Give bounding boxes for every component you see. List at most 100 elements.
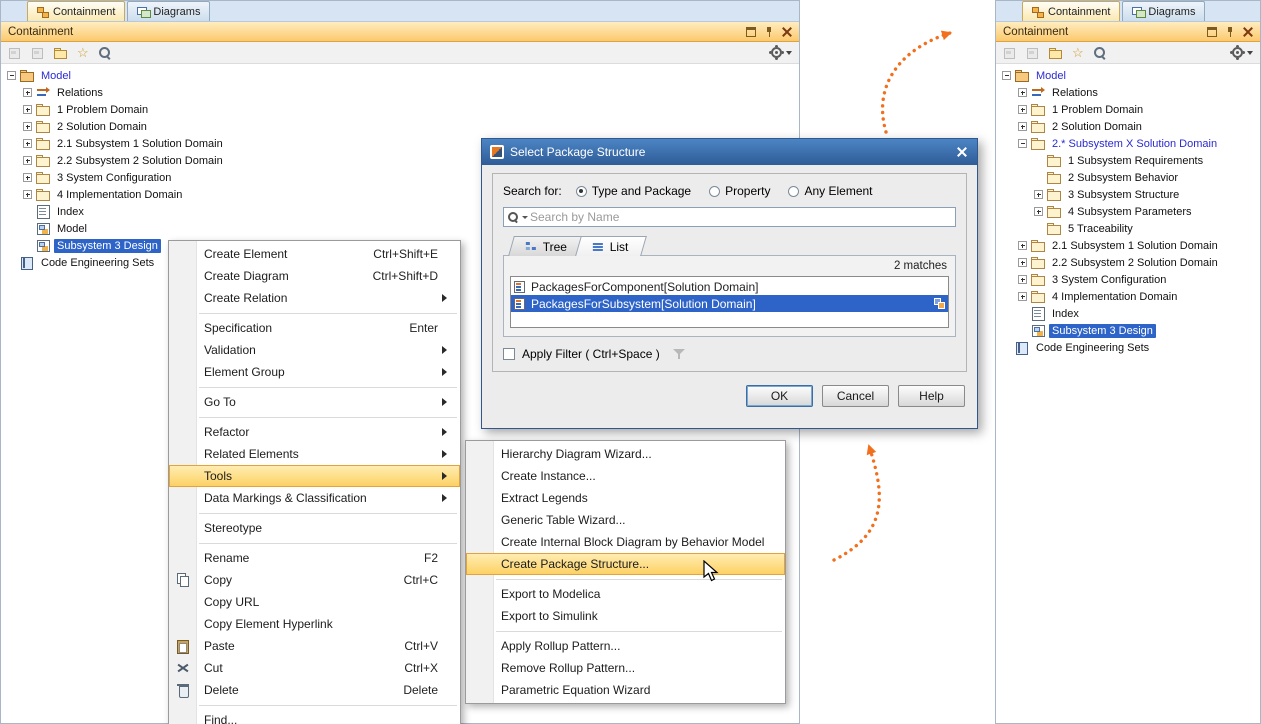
tree-toggle-icon[interactable] (1018, 258, 1027, 267)
result-item[interactable]: PackagesForComponent[Solution Domain] (511, 278, 948, 295)
close-icon[interactable] (782, 27, 792, 37)
menu-item[interactable]: Go To (169, 391, 460, 413)
tree-toggle-icon[interactable] (23, 139, 32, 148)
submenu-item[interactable]: Hierarchy Diagram Wizard... (466, 443, 785, 465)
open-diagram-icon[interactable] (1049, 46, 1063, 60)
dialog-button[interactable]: Help (898, 385, 965, 407)
search-options-caret-icon[interactable] (522, 216, 528, 219)
tree-item[interactable]: Model (996, 67, 1260, 84)
tree-item[interactable]: 2 Subsystem Behavior (996, 169, 1260, 186)
menu-item[interactable]: Delete Delete (169, 679, 460, 701)
chevron-down-icon[interactable] (1247, 51, 1253, 55)
tree-toggle-icon[interactable] (23, 156, 32, 165)
search-icon[interactable] (98, 46, 112, 60)
tree-item[interactable]: 2 Solution Domain (1, 118, 799, 135)
result-view-tab[interactable]: Tree (508, 236, 585, 256)
tree-toggle-icon[interactable] (1018, 105, 1027, 114)
tree-item[interactable]: 2.* Subsystem X Solution Domain (996, 135, 1260, 152)
tree-toggle-icon[interactable] (1034, 207, 1043, 216)
menu-item[interactable]: Specification Enter (169, 317, 460, 339)
submenu-item[interactable]: Create Instance... (466, 465, 785, 487)
tree-toggle-icon[interactable] (7, 71, 16, 80)
menu-item[interactable]: Refactor (169, 421, 460, 443)
search-icon[interactable] (508, 212, 520, 224)
tree-toggle-icon[interactable] (23, 190, 32, 199)
pin-icon[interactable] (1225, 27, 1235, 37)
menu-item[interactable]: Rename F2 (169, 547, 460, 569)
tree-item[interactable]: Relations (996, 84, 1260, 101)
dialog-button[interactable]: OK (746, 385, 813, 407)
menu-item[interactable]: Create Relation (169, 287, 460, 309)
tree-toggle-icon[interactable] (23, 88, 32, 97)
submenu-item[interactable]: Export to Modelica (466, 583, 785, 605)
tree-item[interactable]: 2.2 Subsystem 2 Solution Domain (996, 254, 1260, 271)
tree-item[interactable]: 3 Subsystem Structure (996, 186, 1260, 203)
menu-item[interactable]: Copy URL (169, 591, 460, 613)
menu-item[interactable]: Cut Ctrl+X (169, 657, 460, 679)
panel-tab[interactable]: Diagrams (127, 1, 210, 21)
dialog-titlebar[interactable]: Select Package Structure (482, 139, 977, 165)
tree-toggle-icon[interactable] (23, 105, 32, 114)
menu-item[interactable]: Stereotype (169, 517, 460, 539)
tree-item[interactable]: 5 Traceability (996, 220, 1260, 237)
float-window-icon[interactable] (746, 27, 756, 37)
open-diagram-icon[interactable] (54, 46, 68, 60)
chevron-down-icon[interactable] (786, 51, 792, 55)
float-window-icon[interactable] (1207, 27, 1217, 37)
tree-item[interactable]: Index (996, 305, 1260, 322)
tree-toggle-icon[interactable] (1018, 292, 1027, 301)
tree-item[interactable]: 2 Solution Domain (996, 118, 1260, 135)
tree-item[interactable]: 1 Problem Domain (1, 101, 799, 118)
tree-toggle-icon[interactable] (1018, 88, 1027, 97)
submenu-item[interactable]: Extract Legends (466, 487, 785, 509)
tree-toggle-icon[interactable] (23, 173, 32, 182)
search-input[interactable] (530, 210, 955, 224)
menu-item[interactable]: Tools (169, 465, 460, 487)
menu-item[interactable]: Validation (169, 339, 460, 361)
menu-item[interactable]: Data Markings & Classification (169, 487, 460, 509)
menu-item[interactable]: Copy Element Hyperlink (169, 613, 460, 635)
menu-item[interactable]: Find... (169, 709, 460, 724)
tree-item[interactable]: Relations (1, 84, 799, 101)
tree-toggle-icon[interactable] (1018, 275, 1027, 284)
tree-item[interactable]: Model (1, 67, 799, 84)
favorites-star-icon[interactable]: ☆ (77, 46, 89, 60)
tree-item[interactable]: 3 System Configuration (996, 271, 1260, 288)
gear-icon[interactable] (771, 47, 782, 58)
tree-item[interactable]: 2.1 Subsystem 1 Solution Domain (996, 237, 1260, 254)
panel-tab[interactable]: Containment (27, 1, 125, 21)
tree-item[interactable]: Code Engineering Sets (996, 339, 1260, 356)
tree-item[interactable]: Subsystem 3 Design (996, 322, 1260, 339)
submenu-item[interactable]: Parametric Equation Wizard (466, 679, 785, 701)
menu-item[interactable]: Element Group (169, 361, 460, 383)
submenu-item[interactable]: Export to Simulink (466, 605, 785, 627)
submenu-item[interactable]: Generic Table Wizard... (466, 509, 785, 531)
submenu-item[interactable]: Apply Rollup Pattern... (466, 635, 785, 657)
tree-item[interactable]: 1 Problem Domain (996, 101, 1260, 118)
close-icon[interactable] (1243, 27, 1253, 37)
radio-option[interactable]: Type and Package (576, 184, 691, 198)
apply-filter-checkbox[interactable] (503, 348, 515, 360)
tree-item[interactable]: 4 Subsystem Parameters (996, 203, 1260, 220)
result-item[interactable]: PackagesForSubsystem[Solution Domain] (511, 295, 948, 312)
submenu-item[interactable]: Remove Rollup Pattern... (466, 657, 785, 679)
radio-option[interactable]: Property (709, 184, 770, 198)
tree-toggle-icon[interactable] (1018, 139, 1027, 148)
dialog-button[interactable]: Cancel (822, 385, 889, 407)
result-view-tab[interactable]: List (575, 236, 646, 256)
tree-toggle-icon[interactable] (1018, 241, 1027, 250)
menu-item[interactable]: Related Elements (169, 443, 460, 465)
menu-item[interactable]: Create Element Ctrl+Shift+E (169, 243, 460, 265)
submenu-item[interactable]: Create Package Structure... (466, 553, 785, 575)
menu-item[interactable]: Create Diagram Ctrl+Shift+D (169, 265, 460, 287)
tree-toggle-icon[interactable] (23, 122, 32, 131)
gear-icon[interactable] (1232, 47, 1243, 58)
panel-tab[interactable]: Diagrams (1122, 1, 1205, 21)
pin-icon[interactable] (764, 27, 774, 37)
tree-toggle-icon[interactable] (1002, 71, 1011, 80)
close-icon[interactable] (955, 145, 969, 159)
search-icon[interactable] (1093, 46, 1107, 60)
tree-toggle-icon[interactable] (1034, 190, 1043, 199)
panel-tab[interactable]: Containment (1022, 1, 1120, 21)
tree-item[interactable]: 4 Implementation Domain (996, 288, 1260, 305)
